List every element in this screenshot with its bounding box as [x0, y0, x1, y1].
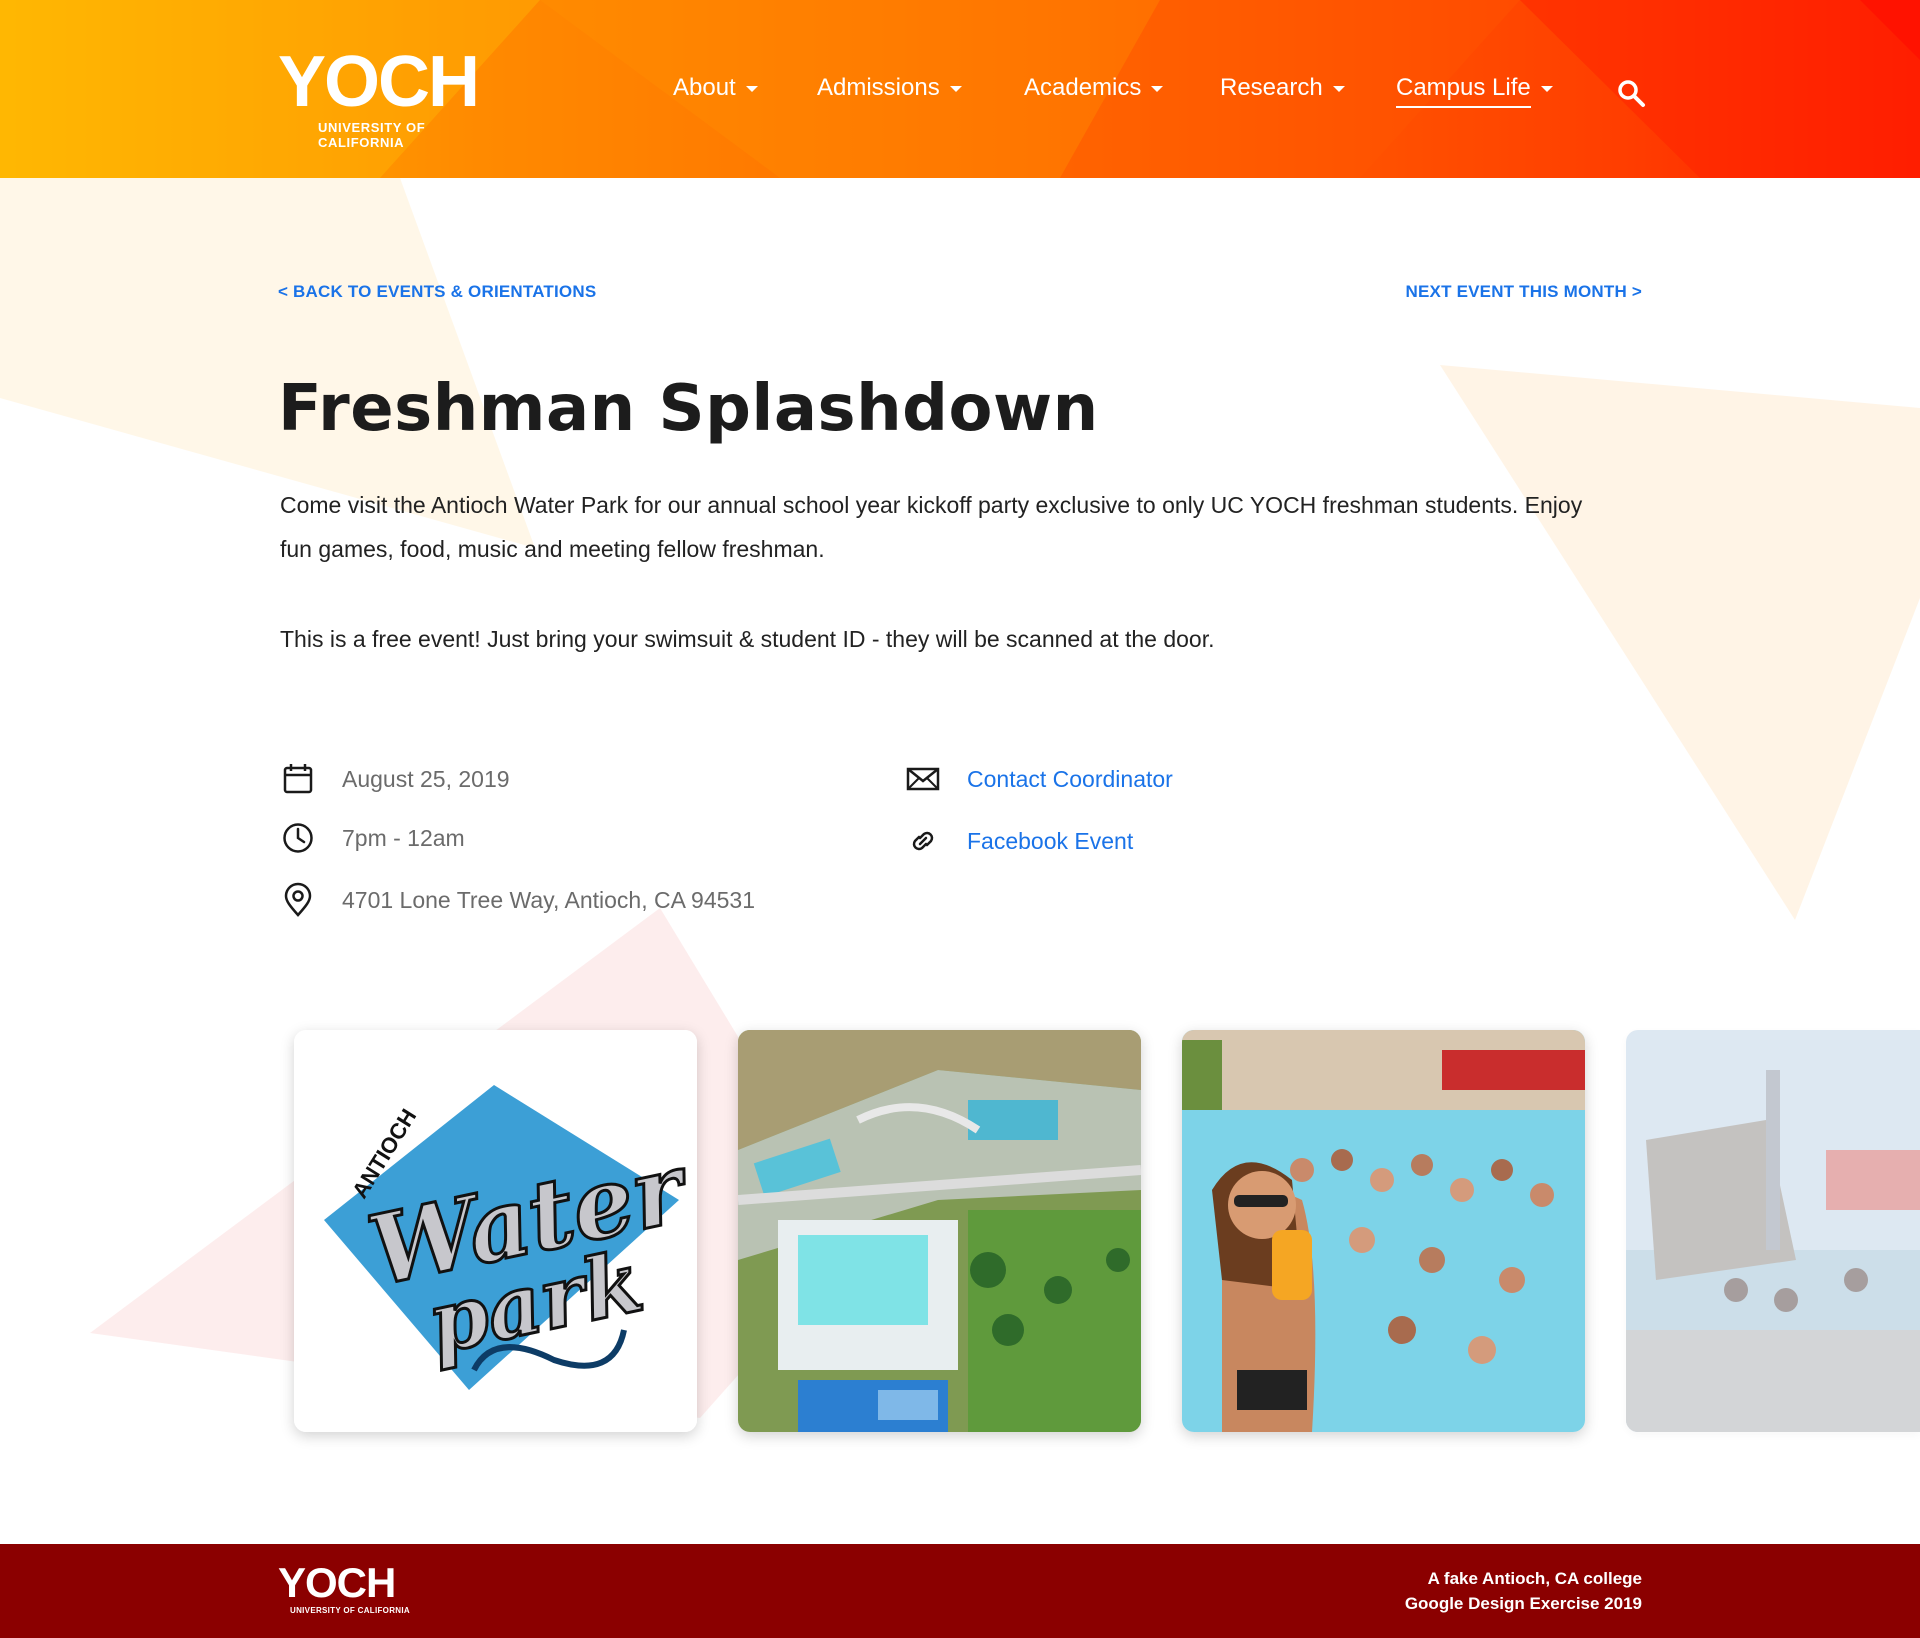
nav-item-label: Admissions: [817, 74, 940, 101]
footer-credits: A fake Antioch, CA college Google Design…: [1405, 1566, 1642, 1616]
map-pin-icon: [284, 882, 312, 917]
event-date: August 25, 2019: [280, 759, 510, 799]
gallery-image-pool-party[interactable]: [1182, 1030, 1585, 1432]
event-location: 4701 Lone Tree Way, Antioch, CA 94531: [280, 880, 755, 920]
nav-item-about[interactable]: About: [673, 70, 758, 110]
caret-down-icon: [1540, 85, 1553, 92]
pool-party-photo: [1182, 1030, 1585, 1432]
contact-coordinator[interactable]: Contact Coordinator: [905, 759, 1173, 799]
clock-icon: [283, 823, 313, 853]
footer-logo-subtitle: UNIVERSITY OF CALIFORNIA: [290, 1606, 410, 1615]
footer-line-1: A fake Antioch, CA college: [1427, 1569, 1642, 1588]
search-button[interactable]: [1616, 78, 1646, 108]
caret-down-icon: [949, 85, 962, 92]
event-date-text: August 25, 2019: [342, 765, 510, 792]
logo-wordmark: YOCH: [278, 42, 480, 122]
event-note: This is a free event! Just bring your sw…: [280, 626, 1215, 652]
facebook-event[interactable]: Facebook Event: [905, 821, 1133, 861]
caret-down-icon: [1151, 85, 1164, 92]
nav-item-label: Campus Life: [1396, 70, 1531, 108]
caret-down-icon: [1332, 85, 1345, 92]
gallery-image-waterpark-logo[interactable]: ANTIOCH Water park: [294, 1030, 697, 1432]
mail-icon: [906, 767, 940, 791]
event-navigation: < BACK TO EVENTS & ORIENTATIONS NEXT EVE…: [278, 282, 1642, 306]
search-icon: [1618, 80, 1645, 107]
event-time-text: 7pm - 12am: [342, 824, 465, 851]
aerial-photo: [738, 1030, 1141, 1432]
nav-item-academics[interactable]: Academics: [1024, 70, 1164, 110]
event-address-text: 4701 Lone Tree Way, Antioch, CA 94531: [342, 886, 756, 913]
nav-item-admissions[interactable]: Admissions: [817, 70, 962, 110]
nav-item-label: Research: [1220, 74, 1323, 101]
waterslide-photo: [1626, 1030, 1920, 1432]
nav-item-label: About: [673, 74, 736, 101]
link-icon: [912, 831, 934, 851]
site-logo[interactable]: YOCH UNIVERSITY OF CALIFORNIA: [278, 46, 510, 150]
logo-subtitle: UNIVERSITY OF CALIFORNIA: [318, 120, 426, 150]
gallery-image-slides[interactable]: [1626, 1030, 1920, 1432]
calendar-icon: [283, 764, 313, 794]
event-description: Come visit the Antioch Water Park for ou…: [280, 492, 1583, 562]
next-event-link[interactable]: NEXT EVENT THIS MONTH >: [1406, 282, 1642, 302]
footer-line-2: Google Design Exercise 2019: [1404, 1594, 1642, 1613]
contact-coordinator-link[interactable]: Contact Coordinator: [967, 766, 1173, 793]
site-footer: YOCH UNIVERSITY OF CALIFORNIA A fake Ant…: [0, 1544, 1920, 1638]
footer-logo[interactable]: YOCH UNIVERSITY OF CALIFORNIA: [278, 1559, 410, 1616]
nav-item-research[interactable]: Research: [1220, 70, 1345, 110]
nav-item-campus-life[interactable]: Campus Life: [1396, 70, 1553, 110]
facebook-event-link[interactable]: Facebook Event: [967, 828, 1133, 855]
nav-item-label: Academics: [1024, 74, 1142, 101]
footer-logo-wordmark: YOCH: [278, 1559, 396, 1606]
site-header: YOCH UNIVERSITY OF CALIFORNIA About Admi…: [0, 0, 1920, 178]
back-to-events-link[interactable]: < BACK TO EVENTS & ORIENTATIONS: [278, 282, 596, 302]
caret-down-icon: [745, 85, 758, 92]
waterpark-logo-image: ANTIOCH Water park: [294, 1030, 697, 1432]
event-title: Freshman Splashdown: [278, 372, 1099, 446]
gallery-image-aerial[interactable]: [738, 1030, 1141, 1432]
event-time: 7pm - 12am: [280, 818, 465, 858]
